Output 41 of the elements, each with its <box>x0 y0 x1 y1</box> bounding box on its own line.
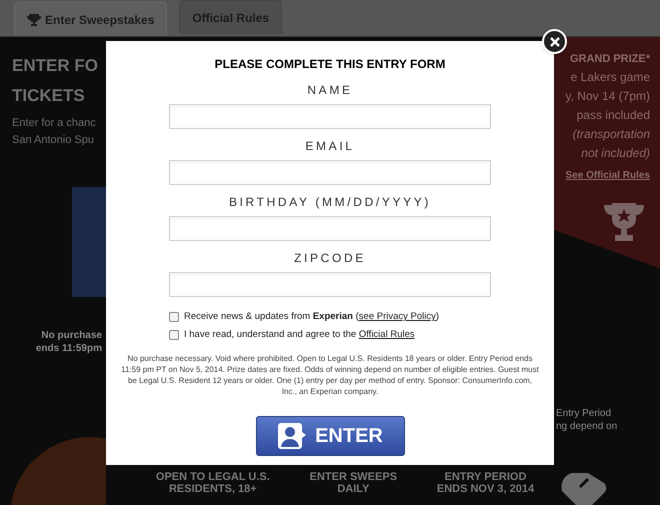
input-field[interactable] <box>169 160 491 185</box>
prize-text: GRAND PRIZE* <box>570 52 650 67</box>
fine-print: No purchase necessary. Void where prohibited. Open to Legal U.S. Residents 18 years or older. Entry Period ends 11:59 pm PT on Nov 5, 2014. Prize dates are fixed. Odds of winning depend on number of eligible entries. Guest must be Legal U.S. Resident 12 years or older. One (1) entry per day per method of entry. Sponsor: ConsumerInfo.com, Inc., an Experian company. <box>120 352 540 396</box>
prize-text: y, Nov 14 (7pm) <box>566 88 650 105</box>
trophy-icon <box>27 13 41 26</box>
notice-text: ends 11:59pm <box>36 342 102 355</box>
checkbox[interactable] <box>169 312 179 322</box>
close-icon <box>550 36 560 46</box>
feature-label: DAILY <box>337 483 370 495</box>
feature-label: ENTRY PERIOD <box>444 471 526 483</box>
dialog-title: PLEASE COMPLETE THIS ENTRY FORM <box>214 56 446 73</box>
prize-text: e Lakers game <box>570 69 650 86</box>
field-label: EMAIL <box>305 138 355 155</box>
checkbox-label: I have read, understand and agree to the Official Rules <box>184 328 415 342</box>
hero-intro: Enter for a chanc <box>12 116 97 131</box>
input-field[interactable] <box>169 272 491 297</box>
input-field[interactable] <box>169 104 491 129</box>
prize-note: not included) <box>581 145 650 162</box>
notice-text: Entry Period <box>556 407 612 420</box>
field-label: NAME <box>307 82 353 99</box>
feature-label: ENDS NOV 3, 2014 <box>436 483 534 495</box>
checkbox-label: Receive news & updates from Experian (see Privacy Policy) <box>184 310 440 324</box>
prize-note: (transportation <box>572 126 650 143</box>
feature-label: OPEN TO LEGAL U.S. <box>156 471 270 483</box>
user-icon <box>277 422 308 450</box>
field-label: ZIPCODE <box>294 250 366 267</box>
enter-button[interactable]: ENTER <box>256 416 404 456</box>
notice-text: ng depend on <box>556 420 618 433</box>
hero-intro: San Antonio Spu <box>12 133 95 148</box>
official-rules-link[interactable]: See Official Rules <box>566 168 650 183</box>
field-label: BIRTHDAY (MM/DD/YYYY) <box>228 194 432 211</box>
notice-text: No purchase <box>41 329 102 342</box>
hero-title: ENTER FO <box>12 55 99 77</box>
checkbox[interactable] <box>169 330 179 340</box>
feature-label: RESIDENTS, 18+ <box>168 483 257 495</box>
link[interactable]: Official Rules <box>358 329 415 340</box>
feature-label: ENTER SWEEPS <box>310 471 398 483</box>
input-field[interactable] <box>169 216 491 241</box>
link[interactable]: see Privacy Policy <box>358 311 436 322</box>
prize-text: pass included <box>576 107 650 124</box>
hero-title: TICKETS <box>12 85 86 107</box>
